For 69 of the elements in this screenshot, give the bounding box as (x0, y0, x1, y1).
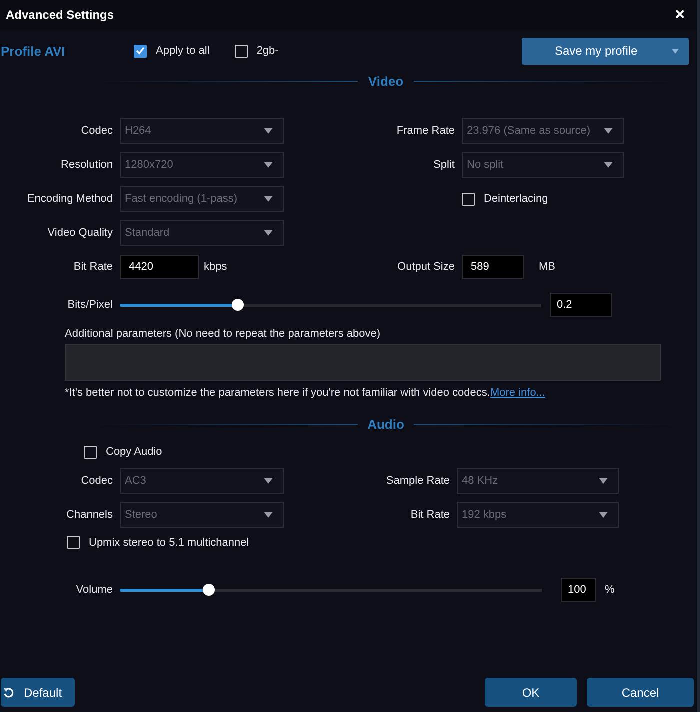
field-label: Channels (66, 509, 114, 521)
checkbox[interactable] (84, 446, 97, 458)
hint-text: *It's better not to customize the parameters here if you're not familiar with video codecs.More info... (65, 387, 546, 399)
slider-thumb[interactable] (202, 584, 215, 596)
caret-icon (264, 512, 273, 518)
caret-icon (264, 478, 273, 484)
value-field[interactable]: 0.2 (550, 293, 612, 317)
slider-label: Bits/Pixel (66, 299, 114, 311)
default-button[interactable]: Default (1, 678, 75, 707)
field-label: Frame Rate (396, 125, 456, 137)
checkbox-label: Apply to all (156, 45, 210, 57)
checkmark-icon (136, 47, 145, 55)
input-field[interactable]: 4420 (120, 255, 199, 279)
checkbox-label: Copy Audio (106, 446, 162, 458)
parameters-field[interactable] (65, 344, 661, 381)
unit-label: % (605, 584, 615, 596)
dropdown[interactable]: Standard (120, 220, 284, 246)
cancel-button[interactable]: Cancel (587, 678, 694, 707)
checkbox[interactable] (67, 536, 80, 549)
unit-label: kbps (204, 261, 228, 273)
dropdown[interactable]: No split (462, 152, 624, 178)
field-label: Codec (80, 475, 114, 487)
dropdown[interactable]: Stereo (120, 502, 284, 528)
field-label: Sample Rate (385, 475, 451, 487)
section-heading: Audio (368, 416, 404, 432)
caret-icon (264, 128, 273, 134)
caret-icon (672, 48, 679, 54)
field-label: Resolution (60, 159, 114, 171)
slider-label: Volume (75, 584, 114, 596)
dropdown[interactable]: H264 (120, 118, 284, 144)
checkbox-label: Upmix stereo to 5.1 multichannel (89, 536, 250, 548)
checkbox-label: 2gb- (256, 45, 279, 57)
caret-icon (599, 512, 608, 518)
close-button[interactable]: × (671, 5, 689, 25)
dropdown[interactable]: 23.976 (Same as source) (462, 118, 624, 144)
window-title: Advanced Settings (6, 8, 114, 22)
caret-icon (604, 162, 613, 168)
caret-icon (599, 478, 608, 484)
field-label: Additional parameters (No need to repeat the parameters above) (65, 328, 382, 340)
slider-thumb[interactable] (232, 299, 244, 311)
save-profile-button[interactable]: Save my profile (522, 38, 689, 64)
reset-icon (3, 686, 15, 698)
profile-title: Profile AVI (0, 44, 66, 58)
field-label: Bit Rate (410, 509, 451, 521)
checkbox-label: Deinterlacing (484, 193, 548, 205)
caret-icon (604, 128, 613, 134)
dropdown[interactable]: 1280x720 (120, 152, 284, 178)
caret-icon (264, 230, 273, 236)
field-label: Codec (80, 125, 114, 137)
ok-button[interactable]: OK (485, 678, 577, 707)
value-field[interactable]: 100 (561, 578, 596, 602)
caret-icon (264, 196, 273, 202)
field-label: Encoding Method (26, 193, 114, 205)
checkbox[interactable] (134, 44, 147, 58)
field-label: Output Size (396, 261, 456, 273)
dropdown[interactable]: 192 kbps (457, 502, 619, 528)
section-heading: Video (368, 74, 404, 88)
checkbox[interactable] (234, 44, 248, 58)
field-label: Bit Rate (72, 261, 114, 273)
field-label: Video Quality (46, 227, 114, 239)
dropdown[interactable]: AC3 (120, 468, 284, 494)
unit-label: MB (539, 261, 556, 273)
field-label: Split (432, 159, 456, 171)
caret-icon (264, 162, 273, 168)
more-info-link[interactable]: More info... (490, 387, 546, 399)
checkbox[interactable] (462, 192, 475, 206)
dropdown[interactable]: 48 KHz (457, 468, 619, 494)
dropdown[interactable]: Fast encoding (1-pass) (120, 186, 284, 212)
input-field[interactable]: 589 (462, 255, 524, 279)
